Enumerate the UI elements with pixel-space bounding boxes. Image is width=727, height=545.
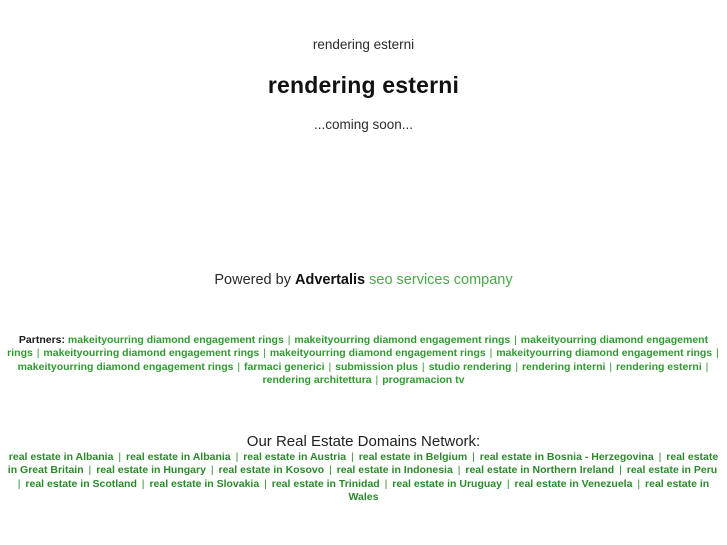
partner-link[interactable]: makeityourring diamond engagement rings bbox=[270, 347, 486, 359]
link-separator: | bbox=[326, 464, 335, 477]
link-separator: | bbox=[232, 451, 242, 463]
link-separator: | bbox=[207, 464, 217, 477]
partner-link[interactable]: makeityourring diamond engagement rings bbox=[294, 334, 510, 346]
link-separator: | bbox=[469, 451, 478, 463]
network-link[interactable]: real estate in Slovakia bbox=[149, 478, 259, 490]
partner-link[interactable]: farmaci generici bbox=[244, 361, 325, 373]
network-link[interactable]: real estate in Belgium bbox=[359, 451, 468, 463]
network-link[interactable]: real estate in Hungary bbox=[96, 464, 206, 476]
network-link[interactable]: real estate in Uruguay bbox=[392, 478, 502, 490]
partner-link[interactable]: makeityourring diamond engagement rings bbox=[18, 361, 234, 373]
network-link[interactable]: real estate in Albania bbox=[126, 451, 231, 463]
partner-link[interactable]: makeityourring diamond engagement rings bbox=[43, 347, 259, 359]
partner-link[interactable]: programacion tv bbox=[382, 374, 464, 386]
network-link[interactable]: real estate in Albania bbox=[9, 451, 114, 463]
link-separator: | bbox=[454, 464, 464, 477]
network-link[interactable]: real estate in Bosnia - Herzegovina bbox=[480, 451, 654, 463]
network-link[interactable]: real estate in Venezuela bbox=[515, 478, 633, 490]
link-separator: | bbox=[284, 334, 294, 346]
link-separator: | bbox=[33, 347, 43, 360]
partner-link[interactable]: rendering architettura bbox=[263, 374, 372, 386]
network-link[interactable]: real estate in Indonesia bbox=[337, 464, 453, 476]
partner-link[interactable]: rendering esterni bbox=[616, 361, 702, 373]
coming-soon-text: ...coming soon... bbox=[313, 117, 414, 132]
link-separator: | bbox=[512, 360, 521, 373]
link-separator: | bbox=[606, 360, 615, 373]
network-link[interactable]: real estate in Trinidad bbox=[272, 478, 380, 490]
page-root: rendering esterni rendering esterni ...c… bbox=[0, 0, 727, 545]
link-separator: | bbox=[702, 360, 709, 373]
advertalis-tagline[interactable]: seo services company bbox=[365, 272, 512, 288]
partners-link-list: makeityourring diamond engagement rings … bbox=[7, 334, 720, 386]
powered-by-prefix: Powered by bbox=[214, 272, 295, 288]
network-link[interactable]: real estate in Peru bbox=[627, 464, 717, 476]
link-separator: | bbox=[713, 347, 719, 360]
link-separator: | bbox=[234, 360, 244, 373]
link-separator: | bbox=[138, 477, 148, 490]
partner-link[interactable]: submission plus bbox=[335, 361, 418, 373]
link-separator: | bbox=[325, 360, 335, 373]
network-link[interactable]: real estate in Austria bbox=[243, 451, 346, 463]
link-separator: | bbox=[260, 347, 269, 360]
link-separator: | bbox=[634, 477, 644, 490]
network-link[interactable]: real estate in Scotland bbox=[25, 478, 136, 490]
partners-label: Partners: bbox=[18, 334, 65, 346]
link-separator: | bbox=[381, 477, 391, 490]
advertalis-brand[interactable]: Advertalis bbox=[295, 272, 365, 288]
network-link[interactable]: real estate in Northern Ireland bbox=[465, 464, 614, 476]
link-separator: | bbox=[115, 451, 124, 463]
partner-link[interactable]: rendering interni bbox=[522, 361, 605, 373]
link-separator: | bbox=[511, 334, 520, 346]
link-separator: | bbox=[655, 451, 665, 463]
link-separator: | bbox=[85, 464, 95, 477]
partner-link[interactable]: makeityourring diamond engagement rings bbox=[68, 334, 284, 346]
partner-link[interactable]: studio rendering bbox=[429, 361, 512, 373]
link-separator: | bbox=[503, 477, 513, 490]
link-separator: | bbox=[372, 374, 382, 387]
link-separator: | bbox=[348, 451, 357, 463]
link-separator: | bbox=[486, 347, 496, 360]
link-separator: | bbox=[616, 464, 625, 477]
page-title: rendering esterni bbox=[267, 72, 460, 98]
partner-link[interactable]: makeityourring diamond engagement rings bbox=[496, 347, 712, 359]
site-name: rendering esterni bbox=[312, 37, 415, 52]
network-links-inner: real estate in Albania | real estate in … bbox=[8, 451, 719, 503]
network-heading: Our Real Estate Domains Network: bbox=[246, 433, 481, 450]
partners-strip: Partners: makeityourring diamond engagem… bbox=[0, 334, 727, 388]
header-block: rendering esterni rendering esterni ...c… bbox=[0, 0, 727, 133]
network-link-list: real estate in Albania | real estate in … bbox=[0, 451, 727, 505]
link-separator: | bbox=[261, 477, 270, 490]
powered-by-line: Powered by Advertalis seo services compa… bbox=[0, 271, 727, 289]
link-separator: | bbox=[419, 360, 428, 373]
network-link[interactable]: real estate in Kosovo bbox=[218, 464, 324, 476]
